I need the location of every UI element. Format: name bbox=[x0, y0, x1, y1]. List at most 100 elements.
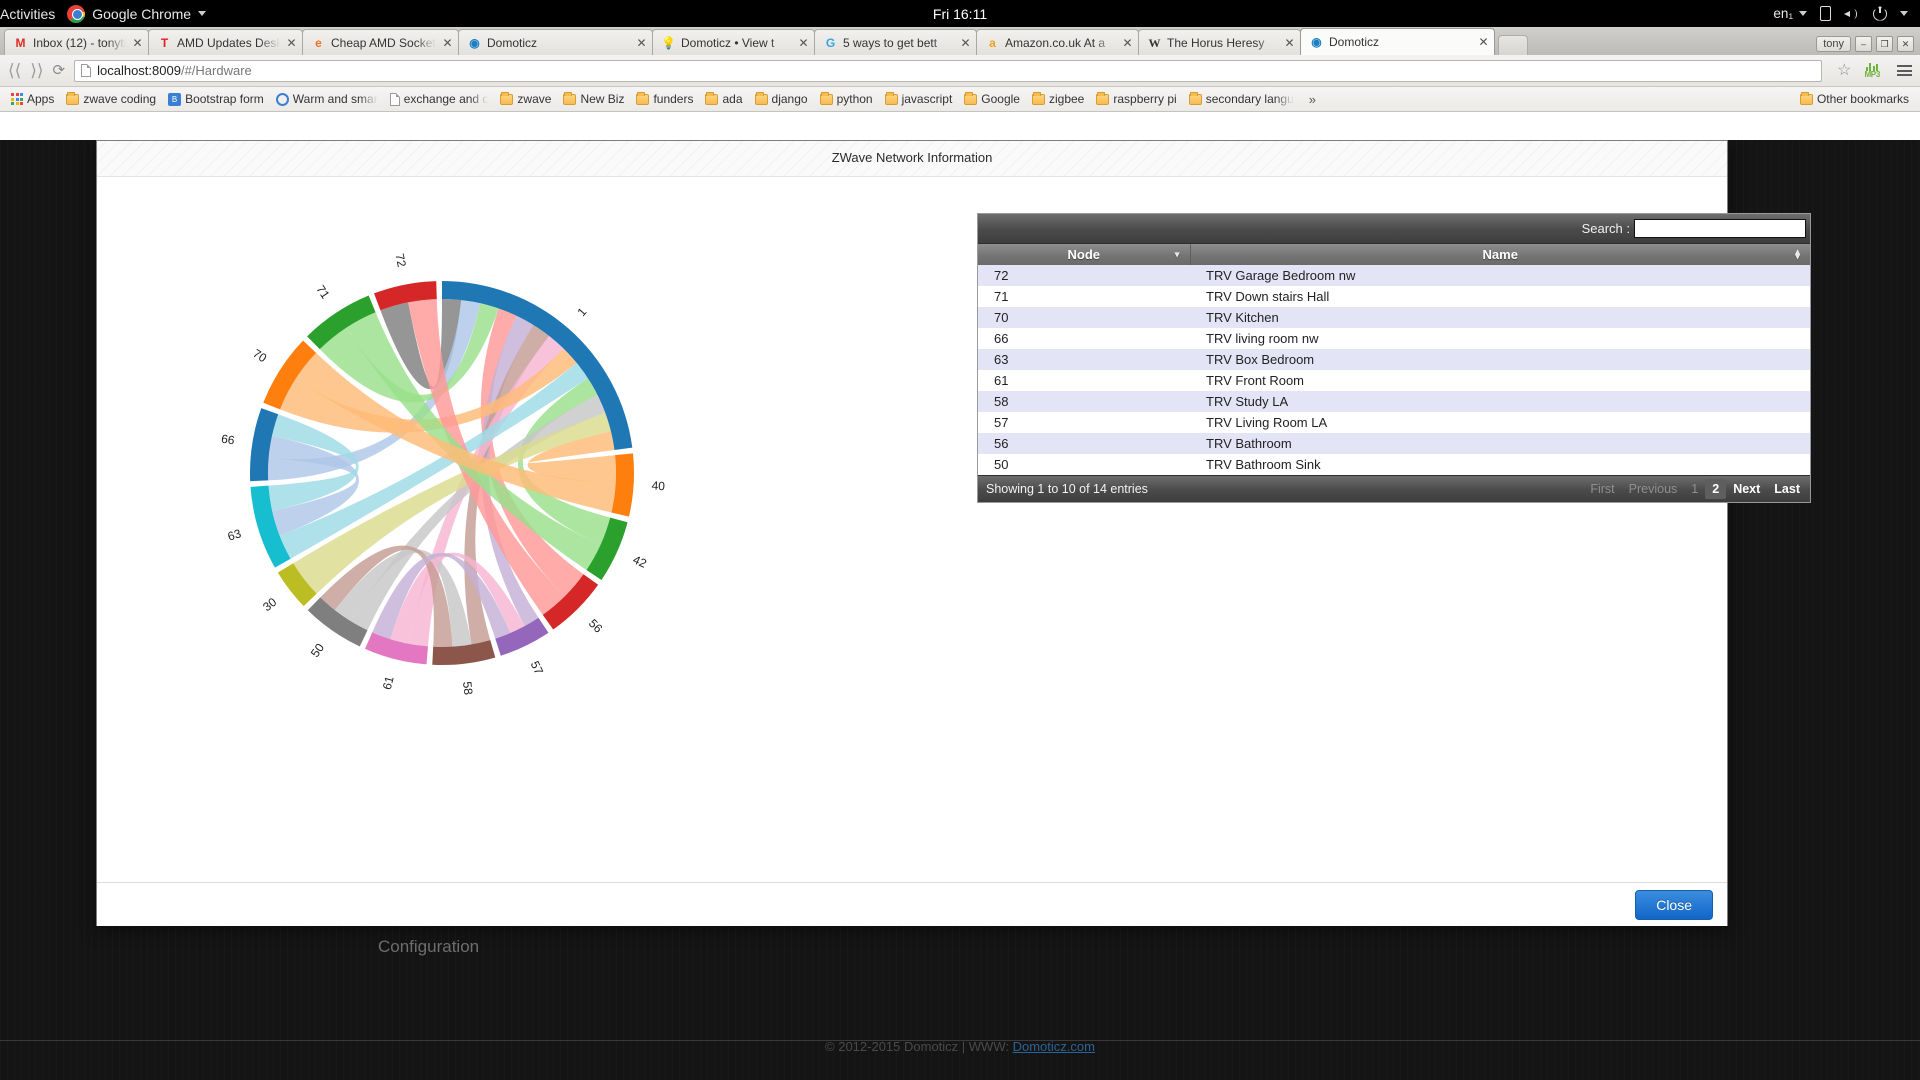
folder-icon bbox=[563, 91, 577, 105]
tab-close-icon[interactable]: ✕ bbox=[1283, 37, 1296, 49]
bookmark-label: zigbee bbox=[1048, 92, 1085, 106]
pagination-first: First bbox=[1590, 482, 1615, 496]
tab-close-icon[interactable]: ✕ bbox=[285, 37, 298, 49]
pagination-next[interactable]: Next bbox=[1726, 479, 1767, 499]
tab-title: 5 ways to get bett bbox=[843, 35, 938, 50]
tab-title: Inbox (12) - tonyth bbox=[33, 35, 126, 50]
chevron-down-icon[interactable] bbox=[1900, 11, 1908, 16]
cell-node: 63 bbox=[994, 352, 1009, 367]
folder-icon bbox=[1031, 91, 1045, 105]
chrome-window: M Inbox (12) - tonyth ✕ T AMD Updates De… bbox=[0, 27, 1920, 1080]
bookmark-item[interactable]: exchange and c bbox=[385, 90, 494, 108]
bookmark-item[interactable]: zwave coding bbox=[61, 90, 161, 108]
browser-tab[interactable]: W The Horus Heresy ✕ bbox=[1138, 29, 1301, 55]
tab-close-icon[interactable]: ✕ bbox=[797, 37, 810, 49]
cell-node: 61 bbox=[994, 373, 1009, 388]
browser-tab[interactable]: a Amazon.co.uk At a ✕ bbox=[976, 29, 1139, 55]
folder-icon bbox=[500, 91, 514, 105]
minimize-button[interactable]: – bbox=[1855, 36, 1872, 52]
pagination-2[interactable]: 2 bbox=[1705, 479, 1727, 499]
bookmark-apps[interactable]: Apps bbox=[6, 90, 59, 108]
pagination-last[interactable]: Last bbox=[1767, 479, 1807, 499]
bookmark-item[interactable]: zwave bbox=[495, 90, 556, 108]
other-bookmarks-folder[interactable]: Other bookmarks bbox=[1795, 90, 1914, 108]
profile-button[interactable]: tony bbox=[1816, 36, 1851, 52]
active-app-menu[interactable]: Google Chrome bbox=[55, 4, 207, 23]
cell-node: 50 bbox=[994, 457, 1009, 472]
bookmark-item[interactable]: secondary langu bbox=[1184, 90, 1299, 108]
tab-close-icon[interactable]: ✕ bbox=[959, 37, 972, 49]
system-clock[interactable]: Fri 16:11 bbox=[0, 6, 1920, 22]
bookmark-star-icon[interactable]: ☆ bbox=[1837, 62, 1851, 79]
modal-footer: Close bbox=[97, 882, 1727, 926]
table-row[interactable]: 58 TRV Study LA bbox=[978, 391, 1810, 412]
new-tab-button[interactable] bbox=[1498, 35, 1528, 55]
browser-tab[interactable]: M Inbox (12) - tonyth ✕ bbox=[4, 29, 149, 55]
bookmark-item[interactable]: javascript bbox=[880, 90, 958, 108]
browser-tab[interactable]: G 5 ways to get bett ✕ bbox=[814, 29, 977, 55]
power-icon[interactable] bbox=[1873, 6, 1887, 21]
chord-label-42: 42 bbox=[631, 552, 649, 570]
bookmark-item[interactable]: django bbox=[750, 90, 813, 108]
keyboard-layout-indicator[interactable]: en₁ bbox=[1773, 6, 1807, 21]
bookmark-item[interactable]: raspberry pi bbox=[1091, 90, 1181, 108]
cell-name: TRV Garage Bedroom nw bbox=[1206, 268, 1356, 283]
bookmark-item[interactable]: B Bootstrap form bbox=[163, 90, 269, 108]
activities-button[interactable]: Activities bbox=[0, 6, 55, 22]
tab-close-icon[interactable]: ✕ bbox=[131, 37, 144, 49]
table-row[interactable]: 66 TRV living room nw bbox=[978, 328, 1810, 349]
cell-name: TRV Front Room bbox=[1206, 373, 1305, 388]
close-button[interactable]: Close bbox=[1635, 889, 1713, 920]
browser-tab[interactable]: ◉ Domoticz ✕ bbox=[458, 29, 653, 55]
column-header-name[interactable]: Name ▲ ▼ bbox=[1190, 244, 1810, 265]
table-row[interactable]: 63 TRV Box Bedroom bbox=[978, 349, 1810, 370]
tab-favicon-domoticz: ◉ bbox=[469, 35, 480, 50]
bookmarks-bar: Apps zwave coding B Bootstrap form Warm … bbox=[0, 87, 1920, 112]
battery-icon[interactable] bbox=[1820, 6, 1831, 21]
domoticz-link[interactable]: Domoticz.com bbox=[1013, 1039, 1095, 1054]
table-row[interactable]: 57 TRV Living Room LA bbox=[978, 412, 1810, 433]
table-row[interactable]: 70 TRV Kitchen bbox=[978, 307, 1810, 328]
tab-close-icon[interactable]: ✕ bbox=[1477, 36, 1490, 48]
nodes-table: Node ▼ Name ▲ ▼ 72 TRV Garage Bedroom nw 71… bbox=[978, 244, 1810, 475]
bookmark-label: ada bbox=[722, 92, 743, 106]
tab-close-icon[interactable]: ✕ bbox=[441, 37, 454, 49]
table-row[interactable]: 61 TRV Front Room bbox=[978, 370, 1810, 391]
tab-close-icon[interactable]: ✕ bbox=[1121, 37, 1134, 49]
mp3-extension-icon[interactable]: MP3 bbox=[1864, 62, 1880, 79]
cell-node: 66 bbox=[994, 331, 1009, 346]
browser-tab-active[interactable]: ◉ Domoticz ✕ bbox=[1300, 28, 1495, 55]
bookmark-item[interactable]: zigbee bbox=[1027, 90, 1089, 108]
browser-tab[interactable]: e Cheap AMD Socket ✕ bbox=[302, 29, 459, 55]
browser-tab[interactable]: T AMD Updates Desk ✕ bbox=[148, 29, 303, 55]
table-row[interactable]: 56 TRV Bathroom bbox=[978, 433, 1810, 454]
table-row[interactable]: 50 TRV Bathroom Sink bbox=[978, 454, 1810, 475]
chrome-menu-icon[interactable] bbox=[1897, 65, 1912, 76]
chord-label-61: 61 bbox=[380, 674, 397, 691]
bookmark-item[interactable]: New Biz bbox=[558, 90, 629, 108]
reload-icon[interactable]: ⟳ bbox=[53, 63, 66, 78]
bookmark-item[interactable]: Google bbox=[959, 90, 1025, 108]
bookmarks-overflow-icon[interactable]: » bbox=[1301, 92, 1324, 107]
volume-icon[interactable] bbox=[1844, 7, 1860, 21]
tab-close-icon[interactable]: ✕ bbox=[635, 37, 648, 49]
address-bar[interactable]: localhost:8009/#/Hardware bbox=[74, 59, 1823, 82]
sort-none-icon: ▲ ▼ bbox=[1793, 245, 1802, 262]
bookmark-item[interactable]: Warm and smar bbox=[271, 90, 383, 108]
maximize-button[interactable]: ❐ bbox=[1876, 36, 1893, 52]
back-icon[interactable]: ⟨⟨ bbox=[8, 62, 21, 79]
browser-tab[interactable]: 💡 Domoticz • View t ✕ bbox=[652, 29, 815, 55]
bookmark-item[interactable]: ada bbox=[700, 90, 747, 108]
window-controls: tony – ❐ ✕ bbox=[1810, 36, 1920, 55]
tab-title: Cheap AMD Socket bbox=[331, 35, 436, 50]
table-row[interactable]: 71 TRV Down stairs Hall bbox=[978, 286, 1810, 307]
column-header-node[interactable]: Node ▼ bbox=[978, 244, 1191, 265]
bookmark-item[interactable]: python bbox=[815, 90, 878, 108]
forward-icon[interactable]: ⟩⟩ bbox=[30, 62, 43, 79]
chord-label-63: 63 bbox=[226, 526, 243, 543]
close-window-button[interactable]: ✕ bbox=[1897, 36, 1914, 52]
search-input[interactable] bbox=[1634, 219, 1806, 238]
bookmark-item[interactable]: funders bbox=[631, 90, 698, 108]
table-row[interactable]: 72 TRV Garage Bedroom nw bbox=[978, 265, 1810, 286]
page-info-icon[interactable] bbox=[81, 64, 92, 77]
